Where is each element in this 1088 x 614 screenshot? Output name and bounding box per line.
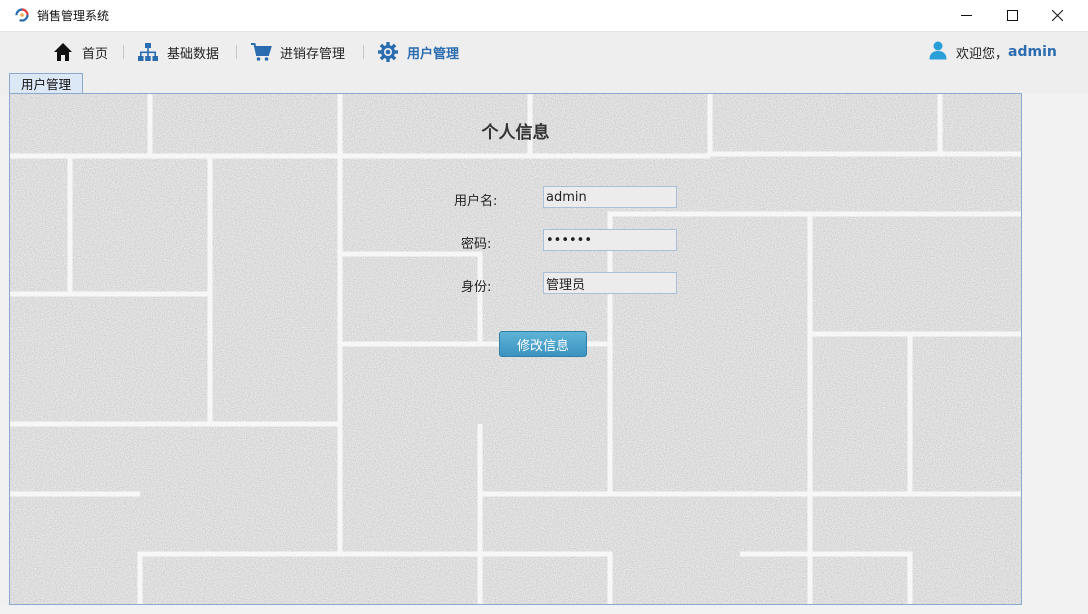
menu-item-label: 进销存管理 [280, 46, 346, 62]
menu-divider [236, 45, 237, 59]
username-field[interactable] [543, 186, 677, 208]
window-title: 销售管理系统 [37, 9, 110, 23]
role-label: 身份: [461, 280, 492, 295]
update-info-button[interactable]: 修改信息 [499, 331, 587, 357]
menu-item-label: 基础数据 [167, 46, 220, 62]
app-logo-icon [15, 8, 29, 22]
title-bar: 销售管理系统 [0, 0, 1088, 32]
menu-item-home[interactable]: 首页 [52, 32, 108, 72]
bottom-margin [0, 605, 1088, 614]
welcome-label: 欢迎您， [956, 46, 1009, 62]
maximize-icon [1006, 10, 1018, 21]
welcome-area: 欢迎您， admin [928, 32, 1057, 72]
minimize-icon [960, 15, 972, 16]
minimize-button[interactable] [943, 0, 989, 31]
welcome-username[interactable]: admin [1008, 44, 1057, 60]
menu-item-inventory[interactable]: 进销存管理 [250, 32, 345, 72]
close-icon [1051, 10, 1063, 21]
menu-divider [363, 45, 364, 59]
right-margin [1022, 94, 1088, 605]
org-chart-icon [137, 41, 159, 63]
home-icon [52, 41, 74, 63]
role-field[interactable] [543, 272, 677, 294]
menu-bar: 首页 基础数据 进销存管理 用户管理 欢迎您， admin [0, 32, 1088, 72]
form-title: 个人信息 [481, 123, 550, 143]
tab-strip: 用户管理 [0, 72, 1088, 94]
password-field[interactable] [543, 229, 677, 251]
menu-item-label: 首页 [82, 46, 109, 62]
gear-icon [377, 41, 399, 63]
content-panel: 个人信息 用户名: 密码: 身份: 修改信息 [9, 93, 1022, 605]
username-label: 用户名: [454, 194, 498, 209]
menu-divider [123, 45, 124, 59]
user-icon [928, 40, 948, 64]
maximize-button[interactable] [989, 0, 1035, 31]
close-button[interactable] [1034, 0, 1080, 31]
menu-item-basic-data[interactable]: 基础数据 [137, 32, 219, 72]
tab-user-management[interactable]: 用户管理 [9, 73, 83, 93]
menu-item-label: 用户管理 [407, 46, 460, 62]
password-label: 密码: [461, 237, 492, 252]
menu-item-user-management[interactable]: 用户管理 [377, 32, 459, 72]
cart-icon [250, 41, 272, 63]
